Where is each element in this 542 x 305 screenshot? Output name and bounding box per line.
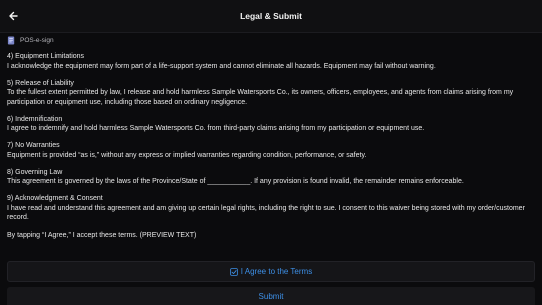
submit-button-label: Submit (258, 291, 284, 301)
terms-section: 6) Indemnification I agree to indemnify … (7, 115, 535, 134)
submit-button[interactable]: Submit (7, 287, 535, 305)
section-title: 5) Release of Liability (7, 79, 74, 87)
header-bar: Legal & Submit (0, 0, 542, 33)
source-label: POS-e-sign (20, 36, 54, 44)
section-title: 6) Indemnification (7, 115, 63, 123)
terms-section: 4) Equipment Limitations I acknowledge t… (7, 52, 535, 71)
closing-text: By tapping “I Agree,” I accept these ter… (7, 231, 197, 239)
section-title: 8) Governing Law (7, 168, 63, 176)
page-title: Legal & Submit (240, 11, 302, 21)
terms-section: 5) Release of Liability To the fullest e… (7, 79, 535, 108)
section-body: I acknowledge the equipment may form par… (7, 62, 436, 70)
section-body: Equipment is provided “as is,” without a… (7, 151, 367, 159)
terms-section: 8) Governing Law This agreement is gover… (7, 168, 535, 187)
terms-content: 4) Equipment Limitations I acknowledge t… (7, 52, 535, 240)
section-body: This agreement is governed by the laws o… (7, 178, 464, 185)
section-title: 7) No Warranties (7, 142, 60, 149)
section-body: To the fullest extent permitted by law, … (7, 89, 514, 106)
source-tag: POS-e-sign (7, 35, 54, 45)
agree-button[interactable]: I Agree to the Terms (7, 261, 535, 282)
checkbox-icon (230, 267, 238, 276)
terms-section: 9) Acknowledgment & Consent I have read … (7, 194, 535, 223)
document-icon (7, 35, 15, 45)
section-title: 4) Equipment Limitations (7, 53, 85, 60)
section-body: I have read and understand this agreemen… (7, 204, 525, 222)
terms-section: 7) No Warranties Equipment is provided “… (7, 141, 535, 160)
section-title: 9) Acknowledgment & Consent (7, 195, 103, 202)
agree-button-label: I Agree to the Terms (240, 267, 313, 276)
section-body: I agree to indemnify and hold harmless S… (7, 125, 425, 132)
